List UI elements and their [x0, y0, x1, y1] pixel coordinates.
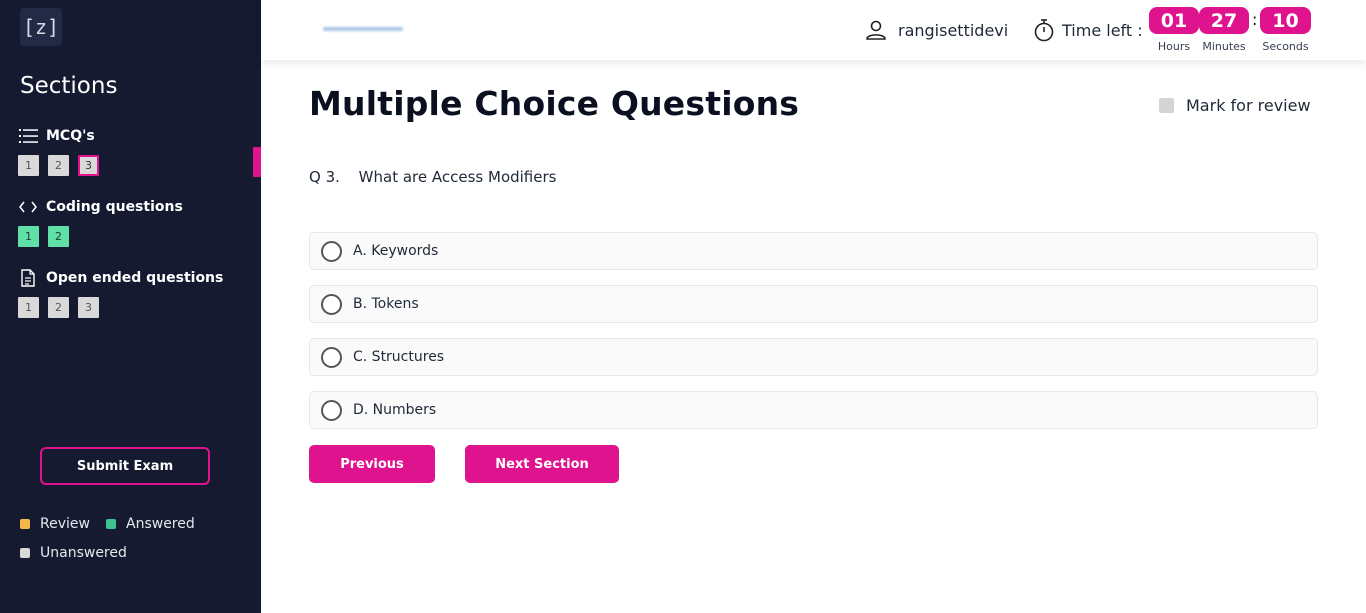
mcq-question-3-button[interactable]: 3: [78, 155, 99, 176]
open-ended-question-2-button[interactable]: 2: [48, 297, 69, 318]
coding-question-list: 1 2: [18, 226, 183, 247]
timer-minutes-label: Minutes: [1202, 40, 1246, 53]
section-coding-label: Coding questions: [46, 199, 183, 215]
timer-seconds: 10 Seconds: [1260, 7, 1311, 53]
section-mcq-header[interactable]: MCQ's: [18, 126, 108, 146]
mcq-question-list: 1 2 3: [18, 155, 108, 176]
timer-seconds-label: Seconds: [1262, 40, 1309, 53]
option-c-label: C. Structures: [353, 349, 445, 365]
previous-button[interactable]: Previous: [309, 445, 435, 483]
question: Q 3. What are Access Modifiers: [309, 168, 556, 186]
user-info: rangisettidevi: [864, 18, 1008, 42]
mark-for-review-checkbox[interactable]: Mark for review: [1159, 96, 1311, 115]
mcq-question-2-button[interactable]: 2: [48, 155, 69, 176]
radio-icon[interactable]: [321, 399, 342, 421]
timer-separator: :: [1252, 10, 1258, 29]
sections-title: Sections: [20, 73, 118, 99]
timer-hours: 01 Hours: [1149, 7, 1199, 53]
open-ended-question-1-button[interactable]: 1: [18, 297, 39, 318]
option-d[interactable]: D. Numbers: [309, 391, 1318, 429]
unanswered-dot-icon: [20, 548, 30, 558]
page-title: Multiple Choice Questions: [309, 84, 800, 123]
active-section-marker: [253, 147, 261, 177]
sidebar: [z] Sections MCQ's 1 2 3 Coding question…: [0, 0, 261, 613]
option-a[interactable]: A. Keywords: [309, 232, 1318, 270]
timer-minutes: 27 Minutes: [1199, 7, 1249, 53]
open-ended-question-list: 1 2 3: [18, 297, 223, 318]
radio-icon[interactable]: [321, 240, 342, 262]
section-coding: Coding questions 1 2: [18, 197, 183, 247]
user-icon: [864, 18, 888, 42]
section-mcq: MCQ's 1 2 3: [18, 126, 108, 176]
coding-question-1-button[interactable]: 1: [18, 226, 39, 247]
timer-seconds-value: 10: [1260, 7, 1311, 34]
timer-hours-value: 01: [1149, 7, 1199, 34]
option-b[interactable]: B. Tokens: [309, 285, 1318, 323]
option-a-label: A. Keywords: [353, 243, 439, 259]
timer-minutes-value: 27: [1199, 7, 1249, 34]
legend-answered: Answered: [106, 516, 195, 532]
code-icon: [18, 198, 38, 216]
legend-review-label: Review: [40, 516, 90, 532]
question-number: Q 3.: [309, 168, 340, 186]
next-section-button[interactable]: Next Section: [465, 445, 619, 483]
section-open-ended: Open ended questions 1 2 3: [18, 268, 223, 318]
list-icon: [18, 127, 38, 145]
top-header: rangisettidevi Time left : 01 Hours : 27…: [261, 0, 1366, 60]
stopwatch-icon: [1033, 18, 1055, 42]
section-open-ended-header[interactable]: Open ended questions: [18, 268, 223, 288]
section-coding-header[interactable]: Coding questions: [18, 197, 183, 217]
username: rangisettidevi: [898, 20, 1009, 40]
app-logo: [z]: [20, 8, 62, 46]
option-b-label: B. Tokens: [353, 296, 419, 312]
checkbox-icon: [1159, 98, 1174, 113]
legend-review: Review: [20, 516, 90, 532]
brand-logo: [323, 27, 403, 31]
open-ended-question-3-button[interactable]: 3: [78, 297, 99, 318]
legend-answered-label: Answered: [126, 516, 195, 532]
submit-exam-button[interactable]: Submit Exam: [40, 447, 210, 485]
mark-for-review-label: Mark for review: [1186, 96, 1311, 115]
option-c[interactable]: C. Structures: [309, 338, 1318, 376]
section-open-ended-label: Open ended questions: [46, 270, 224, 286]
legend-unanswered: Unanswered: [20, 545, 127, 561]
document-icon: [18, 269, 38, 287]
legend-unanswered-label: Unanswered: [40, 545, 127, 561]
question-text: What are Access Modifiers: [358, 168, 557, 186]
option-d-label: D. Numbers: [353, 402, 437, 418]
time-left-label: Time left :: [1062, 20, 1143, 40]
timer-hours-label: Hours: [1157, 40, 1191, 53]
coding-question-2-button[interactable]: 2: [48, 226, 69, 247]
time-left: Time left :: [1033, 18, 1143, 42]
section-mcq-label: MCQ's: [46, 128, 95, 144]
radio-icon[interactable]: [321, 293, 342, 315]
answered-dot-icon: [106, 519, 116, 529]
review-dot-icon: [20, 519, 30, 529]
radio-icon[interactable]: [321, 346, 342, 368]
mcq-question-1-button[interactable]: 1: [18, 155, 39, 176]
